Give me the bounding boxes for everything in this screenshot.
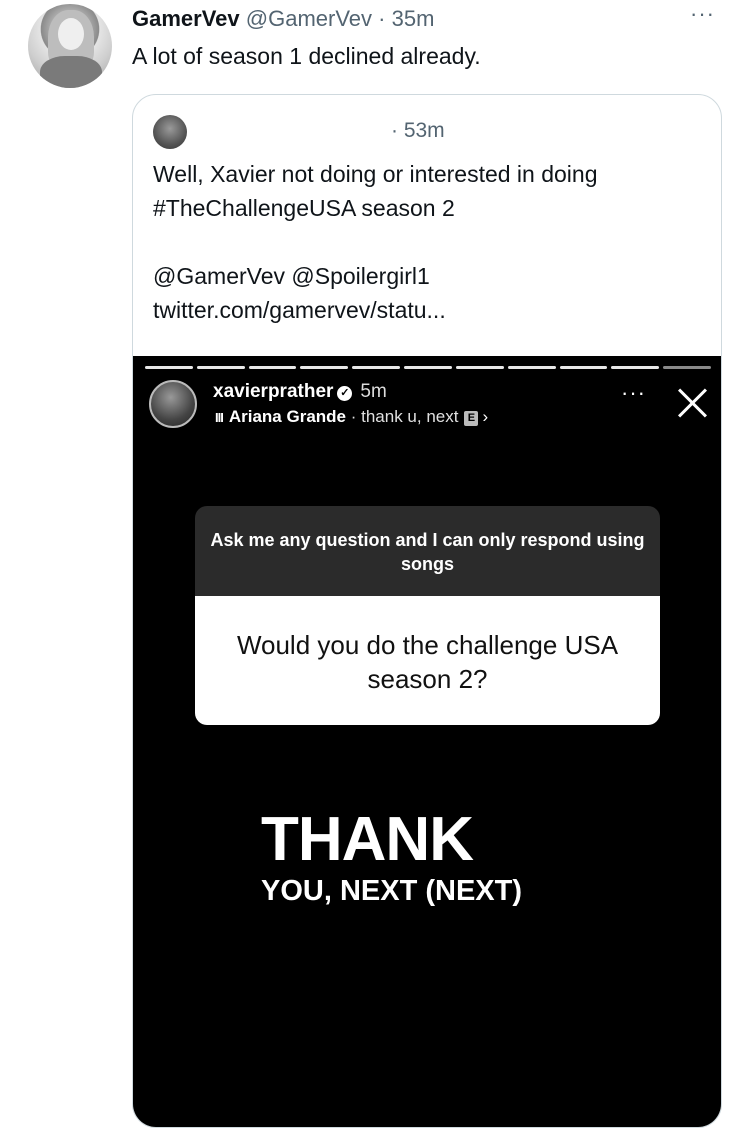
avatar-face xyxy=(58,18,84,50)
story-username: xavierprather xyxy=(213,381,334,402)
lyric-small: YOU, NEXT (NEXT) xyxy=(261,875,523,907)
quoted-hashtag[interactable]: #TheChallengeUSA season 2 xyxy=(153,191,703,225)
story-music-line: III Ariana Grande · thank u, next E › xyxy=(215,407,488,427)
more-options-icon[interactable]: ··· xyxy=(690,3,720,26)
music-bars-icon: III xyxy=(215,410,224,425)
quoted-tweet-time[interactable]: · 53m xyxy=(391,119,445,143)
author-name[interactable]: GamerVev xyxy=(132,6,240,31)
tweet-time[interactable]: · 35m xyxy=(378,6,434,31)
question-prompt: Ask me any question and I can only respo… xyxy=(195,506,660,596)
chevron-right-icon: › xyxy=(482,407,489,426)
story-progress-bar xyxy=(145,366,711,369)
quoted-author-avatar[interactable] xyxy=(153,115,187,149)
avatar-body xyxy=(40,56,102,88)
quoted-link[interactable]: twitter.com/gamervev/statu... xyxy=(153,293,703,327)
music-artist: Ariana Grande xyxy=(228,407,346,426)
author-avatar[interactable] xyxy=(28,4,112,88)
quoted-tweet-text: Well, Xavier not doing or interested in … xyxy=(153,157,703,327)
close-icon xyxy=(675,386,709,420)
story-avatar xyxy=(149,380,197,428)
story-time: 5m xyxy=(360,381,387,402)
quoted-tweet-card[interactable]: · 53m Well, Xavier not doing or interest… xyxy=(132,94,722,1128)
story-more-icon: ··· xyxy=(621,380,646,405)
question-sticker: Ask me any question and I can only respo… xyxy=(195,506,660,725)
story-screenshot[interactable]: xavierprather ✓ 5m III Ariana Grande · than… xyxy=(133,356,721,1127)
quoted-line: Well, Xavier not doing or interested in … xyxy=(153,161,598,187)
tweet-text: A lot of season 1 declined already. xyxy=(132,43,481,69)
story-user-line: xavierprather ✓ 5m xyxy=(213,381,387,403)
question-text: Would you do the challenge USA season 2? xyxy=(195,596,660,725)
quoted-mentions[interactable]: @GamerVev @Spoilergirl1 xyxy=(153,259,703,293)
verified-badge-icon: ✓ xyxy=(337,386,353,401)
author-handle[interactable]: @GamerVev xyxy=(246,6,372,31)
lyric-large: THANK xyxy=(261,805,474,874)
music-song: · thank u, next xyxy=(350,407,459,426)
explicit-badge-icon: E xyxy=(464,411,479,426)
tweet-header: GamerVev @GamerVev · 35m xyxy=(132,6,434,32)
